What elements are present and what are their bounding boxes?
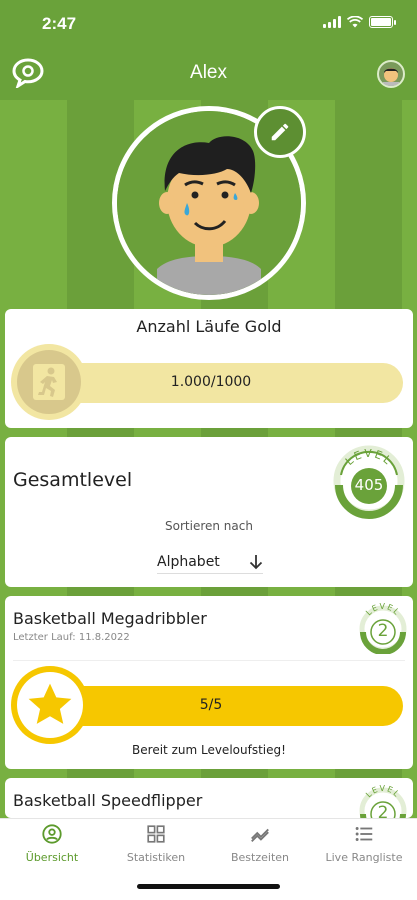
edit-avatar-button[interactable] (254, 106, 306, 158)
sort-label: Sortieren nach (165, 519, 253, 533)
runs-gold-title: Anzahl Läufe Gold (136, 317, 282, 336)
divider (13, 660, 405, 661)
svg-text:LEVEL: LEVEL (364, 784, 402, 799)
tab-label: Übersicht (25, 851, 79, 864)
svg-text:LEVEL: LEVEL (343, 447, 395, 468)
grid-icon (147, 825, 165, 843)
tab-best-times[interactable]: Bestzeiten (208, 823, 312, 869)
sort-select[interactable]: Alphabet (157, 550, 263, 574)
total-level-value: 405 (354, 476, 384, 494)
tab-overview[interactable]: Übersicht (0, 823, 104, 869)
home-indicator (137, 884, 280, 889)
skill-title: Basketball Speedflipper (13, 791, 203, 810)
runs-gold-card[interactable]: Anzahl Läufe Gold 1.000/1000 (5, 309, 413, 428)
tab-label: Bestzeiten (230, 851, 289, 864)
runner-badge (11, 344, 87, 420)
page-title: Alex (190, 62, 227, 83)
sort-value: Alphabet (157, 553, 220, 570)
skill-title: Basketball Megadribbler (13, 609, 207, 628)
trend-icon (251, 828, 269, 842)
signal-icon (323, 16, 341, 28)
skill-status: Bereit zum Leveloufstieg! (132, 743, 286, 757)
tab-live-ranking[interactable]: Live Rangliste (312, 823, 416, 869)
skill-level-label: LEVEL (364, 784, 400, 799)
total-level-label: LEVEL (343, 447, 393, 468)
tab-label: Statistiken (126, 851, 186, 864)
arrow-down-icon (249, 554, 263, 569)
list-icon (355, 827, 373, 841)
skill-level-label: LEVEL (364, 602, 400, 617)
svg-text:LEVEL: LEVEL (364, 602, 402, 617)
skill-card[interactable]: Basketball Speedflipper LEVEL 2 (5, 778, 413, 818)
total-level-title: Gesamtlevel (13, 469, 133, 491)
star-icon (28, 683, 72, 724)
skill-card[interactable]: Basketball Megadribbler Letzter Lauf: 11… (5, 596, 413, 769)
tab-statistics[interactable]: Statistiken (104, 823, 208, 869)
skill-level-value: 2 (377, 621, 389, 641)
status-bar: 2:47 (0, 0, 417, 46)
account-circle-icon (42, 824, 62, 844)
battery-icon (369, 16, 396, 28)
pencil-icon (271, 123, 289, 141)
app-bar: Alex (0, 46, 417, 100)
status-time: 2:47 (42, 14, 77, 33)
profile-avatar[interactable] (377, 60, 405, 88)
total-level-card: Gesamtlevel LEVEL 405 Sortieren nach Alp… (5, 437, 413, 587)
running-person-icon (33, 364, 65, 400)
avatar-face-icon (383, 68, 399, 86)
skill-level-value: 2 (377, 803, 389, 818)
skill-last-run: Letzter Lauf: 11.8.2022 (13, 632, 130, 643)
tab-label: Live Rangliste (325, 851, 403, 864)
star-badge (11, 666, 89, 744)
wifi-icon (347, 16, 363, 28)
